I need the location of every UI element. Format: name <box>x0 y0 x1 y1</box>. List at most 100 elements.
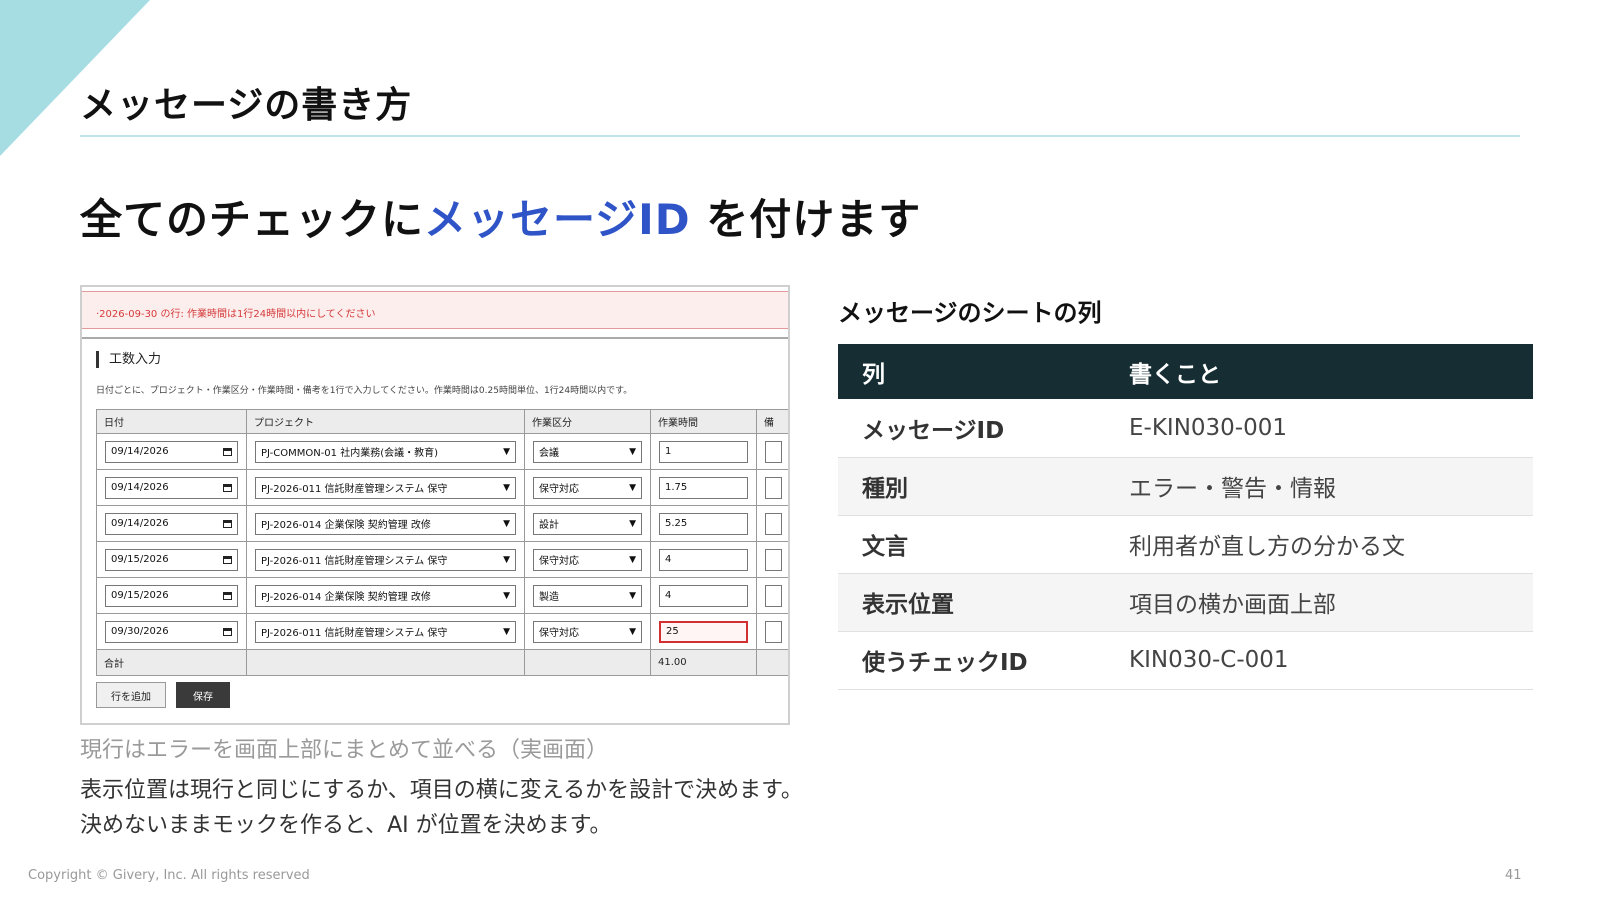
table-row: メッセージID E-KIN030-001 <box>838 399 1533 458</box>
calendar-icon[interactable] <box>223 483 232 492</box>
table-row: 09/15/2026 PJ-2026-014 企業保険 契約管理 改修 ▼ 製造 ▼ 4 <box>96 577 788 614</box>
chevron-down-icon: ▼ <box>503 482 510 493</box>
sheet-column-name: 表示位置 <box>838 573 1129 632</box>
date-input[interactable]: 09/15/2026 <box>105 548 238 571</box>
date-input[interactable]: 09/30/2026 <box>105 620 238 643</box>
category-select[interactable]: 会議 ▼ <box>533 440 642 463</box>
form-actions: 行を追加 保存 <box>96 682 230 708</box>
sheet-header-content: 書くこと <box>1129 344 1533 399</box>
headline-accent: メッセージID <box>424 195 691 244</box>
sheet-column-desc: E-KIN030-001 <box>1129 399 1533 458</box>
header-divider <box>82 337 788 339</box>
sheet-heading: メッセージのシートの列 <box>838 299 1102 327</box>
project-select[interactable]: PJ-2026-014 企業保険 契約管理 改修 ▼ <box>255 584 516 607</box>
sheet-column-desc: 利用者が直し方の分かる文 <box>1129 515 1533 574</box>
category-value: 保守対応 <box>539 556 579 567</box>
project-select[interactable]: PJ-2026-011 信託財産管理システム 保守 ▼ <box>255 476 516 499</box>
table-row: 09/15/2026 PJ-2026-011 信託財産管理システム 保守 ▼ 保守対応… <box>96 541 788 578</box>
form-description: 日付ごとに、プロジェクト・作業区分・作業時間・備考を1行で入力してください。作業… <box>96 386 633 396</box>
chevron-down-icon: ▼ <box>503 554 510 565</box>
sheet-column-name: 種別 <box>838 457 1129 516</box>
category-value: 設計 <box>539 520 559 531</box>
hours-input[interactable]: 1 <box>659 440 748 463</box>
category-value: 保守対応 <box>539 484 579 495</box>
project-select[interactable]: PJ-2026-011 信託財産管理システム 保守 ▼ <box>255 620 516 643</box>
headline-pre: 全てのチェックに <box>80 195 425 244</box>
date-value: 09/14/2026 <box>111 446 169 457</box>
date-input[interactable]: 09/14/2026 <box>105 512 238 535</box>
body-text: 表示位置は現行と同じにするか、項目の横に変えるかを設計で決めます。 決めないまま… <box>80 773 803 843</box>
category-value: 会議 <box>539 448 559 459</box>
column-header-hours: 作業時間 <box>650 409 757 434</box>
total-value: 41.00 <box>650 649 757 676</box>
sheet-column-desc: KIN030-C-001 <box>1129 631 1533 690</box>
hours-input[interactable]: 1.75 <box>659 476 748 499</box>
timesheet-table: 日付 プロジェクト 作業区分 作業時間 備 09/14/2026 PJ-COMMO… <box>96 409 788 676</box>
body-line: 決めないままモックを作ると、AI が位置を決めます。 <box>80 813 612 838</box>
hours-input[interactable]: 4 <box>659 548 748 571</box>
category-select[interactable]: 保守対応 ▼ <box>533 620 642 643</box>
screenshot-timesheet-form: ·2026-09-30 の行: 作業時間は1行24時間以内にしてください 工数入… <box>80 285 790 725</box>
category-select[interactable]: 保守対応 ▼ <box>533 548 642 571</box>
category-select[interactable]: 保守対応 ▼ <box>533 476 642 499</box>
sheet-header-column: 列 <box>838 344 1129 399</box>
date-input[interactable]: 09/14/2026 <box>105 476 238 499</box>
chevron-down-icon: ▼ <box>503 446 510 457</box>
chevron-down-icon: ▼ <box>629 518 636 529</box>
hours-input[interactable]: 4 <box>659 584 748 607</box>
column-header-notes: 備 <box>756 409 788 434</box>
table-row: 表示位置 項目の横か画面上部 <box>838 573 1533 632</box>
hours-input[interactable]: 25 <box>659 620 748 643</box>
notes-input[interactable] <box>765 584 782 607</box>
project-value: PJ-2026-011 信託財産管理システム 保守 <box>261 484 448 495</box>
copyright: Copyright © Givery, Inc. All rights rese… <box>28 868 310 883</box>
date-value: 09/14/2026 <box>111 518 169 529</box>
screenshot-caption: 現行はエラーを画面上部にまとめて並べる（実画面） <box>80 738 609 763</box>
sheet-column-desc: 項目の横か画面上部 <box>1129 573 1533 632</box>
calendar-icon[interactable] <box>223 555 232 564</box>
notes-input[interactable] <box>765 548 782 571</box>
category-value: 保守対応 <box>539 628 579 639</box>
chevron-down-icon: ▼ <box>503 626 510 637</box>
project-select[interactable]: PJ-2026-011 信託財産管理システム 保守 ▼ <box>255 548 516 571</box>
hours-value: 4 <box>665 590 672 601</box>
hours-input[interactable]: 5.25 <box>659 512 748 535</box>
project-value: PJ-COMMON-01 社内業務(会議・教育) <box>261 448 439 459</box>
table-row: 09/30/2026 PJ-2026-011 信託財産管理システム 保守 ▼ 保守対応… <box>96 613 788 650</box>
calendar-icon[interactable] <box>223 447 232 456</box>
notes-input[interactable] <box>765 440 782 463</box>
add-row-button[interactable]: 行を追加 <box>96 682 166 708</box>
hours-value: 4 <box>665 554 672 565</box>
project-value: PJ-2026-011 信託財産管理システム 保守 <box>261 556 448 567</box>
calendar-icon[interactable] <box>223 519 232 528</box>
page-number: 41 <box>1505 868 1522 883</box>
table-row: 09/14/2026 PJ-2026-011 信託財産管理システム 保守 ▼ 保守対応… <box>96 469 788 506</box>
project-value: PJ-2026-014 企業保険 契約管理 改修 <box>261 520 431 531</box>
body-line: 表示位置は現行と同じにするか、項目の横に変えるかを設計で決めます。 <box>80 778 803 803</box>
notes-input[interactable] <box>765 512 782 535</box>
project-select[interactable]: PJ-COMMON-01 社内業務(会議・教育) ▼ <box>255 440 516 463</box>
hours-value: 5.25 <box>665 518 688 529</box>
calendar-icon[interactable] <box>223 591 232 600</box>
error-banner: ·2026-09-30 の行: 作業時間は1行24時間以内にしてください <box>82 291 788 329</box>
project-value: PJ-2026-014 企業保険 契約管理 改修 <box>261 592 431 603</box>
category-select[interactable]: 製造 ▼ <box>533 584 642 607</box>
sheet-column-desc: エラー・警告・情報 <box>1129 457 1533 516</box>
column-header-project: プロジェクト <box>246 409 525 434</box>
form-title: 工数入力 <box>96 351 161 368</box>
notes-input[interactable] <box>765 476 782 499</box>
date-input[interactable]: 09/15/2026 <box>105 584 238 607</box>
project-select[interactable]: PJ-2026-014 企業保険 契約管理 改修 ▼ <box>255 512 516 535</box>
hours-value: 1.75 <box>665 482 688 493</box>
chevron-down-icon: ▼ <box>629 446 636 457</box>
save-button[interactable]: 保存 <box>176 682 230 708</box>
chevron-down-icon: ▼ <box>629 554 636 565</box>
sheet-columns-table: 列 書くこと メッセージID E-KIN030-001 種別 エラー・警告・情報… <box>838 344 1533 690</box>
headline: 全てのチェックにメッセージID を付けます <box>80 186 921 247</box>
category-select[interactable]: 設計 ▼ <box>533 512 642 535</box>
date-input[interactable]: 09/14/2026 <box>105 440 238 463</box>
column-header-date: 日付 <box>96 409 247 434</box>
notes-input[interactable] <box>765 620 782 643</box>
total-label: 合計 <box>96 649 247 676</box>
calendar-icon[interactable] <box>223 627 232 636</box>
